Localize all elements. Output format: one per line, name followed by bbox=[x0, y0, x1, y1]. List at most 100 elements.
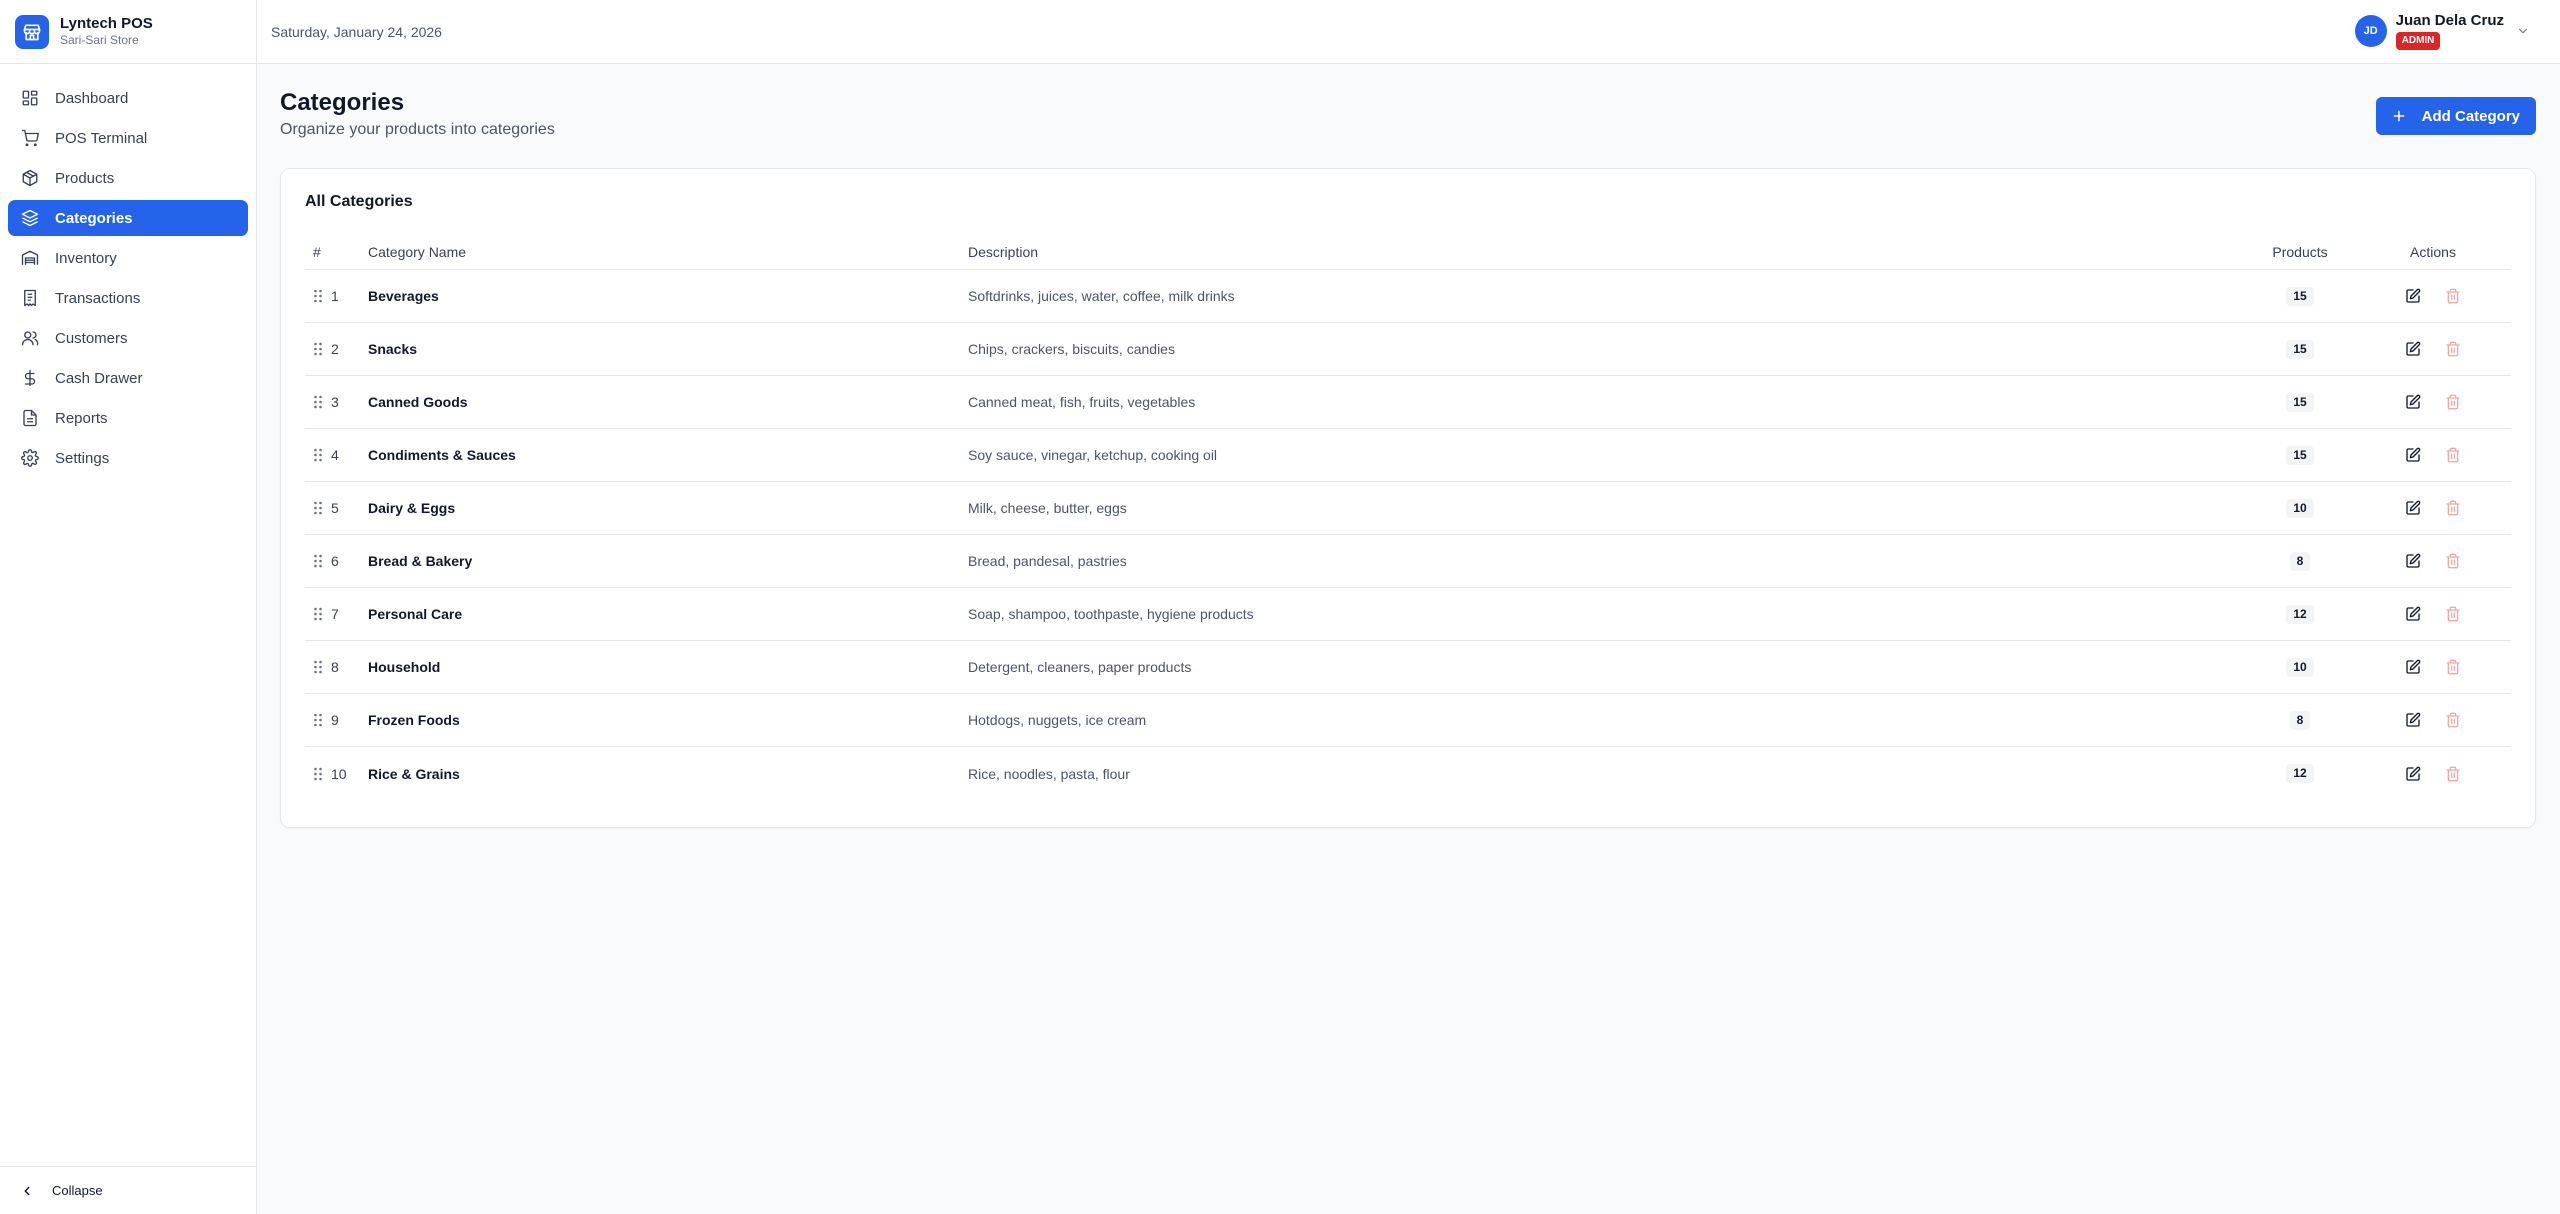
table-row: 1 Beverages Softdrinks, juices, water, c… bbox=[305, 270, 2511, 323]
sidebar-item-products[interactable]: Products bbox=[8, 160, 248, 196]
sidebar-item-dashboard[interactable]: Dashboard bbox=[8, 80, 248, 116]
product-count-badge: 15 bbox=[2286, 286, 2314, 306]
sidebar-item-settings[interactable]: Settings bbox=[8, 440, 248, 476]
drag-handle-icon[interactable] bbox=[313, 342, 323, 356]
categories-table: # Category Name Description Products Act… bbox=[305, 234, 2511, 800]
category-description: Soap, shampoo, toothpaste, hygiene produ… bbox=[968, 606, 1254, 622]
brand-name: Lyntech POS bbox=[60, 15, 153, 32]
brand: Lyntech POS Sari-Sari Store bbox=[0, 0, 256, 64]
row-number: 1 bbox=[331, 288, 339, 304]
row-number: 5 bbox=[331, 500, 339, 516]
product-count-badge: 10 bbox=[2286, 498, 2314, 518]
row-number: 9 bbox=[331, 712, 339, 728]
edit-icon[interactable] bbox=[2405, 553, 2421, 569]
drag-handle-icon[interactable] bbox=[313, 767, 323, 781]
row-number: 6 bbox=[331, 553, 339, 569]
trash-icon[interactable] bbox=[2445, 712, 2461, 728]
category-description: Detergent, cleaners, paper products bbox=[968, 659, 1192, 675]
product-count-badge: 8 bbox=[2289, 710, 2311, 730]
category-name: Rice & Grains bbox=[368, 765, 460, 782]
category-description: Chips, crackers, biscuits, candies bbox=[968, 341, 1175, 357]
edit-icon[interactable] bbox=[2405, 288, 2421, 304]
cart-icon bbox=[20, 128, 40, 148]
edit-icon[interactable] bbox=[2405, 712, 2421, 728]
row-number: 7 bbox=[331, 606, 339, 622]
add-category-label: Add Category bbox=[2421, 107, 2520, 125]
table-body: 1 Beverages Softdrinks, juices, water, c… bbox=[305, 270, 2511, 800]
sidebar-item-inventory[interactable]: Inventory bbox=[8, 240, 248, 276]
col-header-products: Products bbox=[2272, 243, 2328, 260]
product-count-badge: 15 bbox=[2286, 445, 2314, 465]
edit-icon[interactable] bbox=[2405, 394, 2421, 410]
edit-icon[interactable] bbox=[2405, 341, 2421, 357]
trash-icon[interactable] bbox=[2445, 288, 2461, 304]
product-count-badge: 12 bbox=[2286, 764, 2314, 783]
drag-handle-icon[interactable] bbox=[313, 660, 323, 674]
add-category-button[interactable]: Add Category bbox=[2375, 97, 2536, 135]
trash-icon[interactable] bbox=[2445, 766, 2461, 782]
main-content: Categories Organize your products into c… bbox=[257, 65, 2560, 1214]
sidebar-item-cash-drawer[interactable]: Cash Drawer bbox=[8, 360, 248, 396]
sidebar-item-label: Dashboard bbox=[55, 89, 129, 107]
trash-icon[interactable] bbox=[2445, 500, 2461, 516]
category-description: Bread, pandesal, pastries bbox=[968, 553, 1127, 569]
drag-handle-icon[interactable] bbox=[313, 607, 323, 621]
sidebar-item-reports[interactable]: Reports bbox=[8, 400, 248, 436]
sidebar-item-label: Cash Drawer bbox=[55, 369, 143, 387]
row-number: 2 bbox=[331, 341, 339, 357]
drag-handle-icon[interactable] bbox=[313, 395, 323, 409]
trash-icon[interactable] bbox=[2445, 341, 2461, 357]
col-header-actions: Actions bbox=[2410, 243, 2456, 260]
current-date: Saturday, January 24, 2026 bbox=[271, 23, 442, 40]
drag-handle-icon[interactable] bbox=[313, 501, 323, 515]
drag-handle-icon[interactable] bbox=[313, 554, 323, 568]
sidebar-item-label: Categories bbox=[55, 209, 133, 227]
user-menu[interactable]: JD Juan Dela Cruz ADMIN bbox=[2354, 12, 2530, 50]
collapse-button[interactable]: Collapse bbox=[0, 1166, 256, 1214]
category-description: Hotdogs, nuggets, ice cream bbox=[968, 712, 1147, 728]
category-name: Snacks bbox=[368, 341, 418, 357]
sidebar-item-pos-terminal[interactable]: POS Terminal bbox=[8, 120, 248, 156]
drag-handle-icon[interactable] bbox=[313, 713, 323, 727]
plus-icon bbox=[2392, 109, 2406, 123]
table-row: 2 Snacks Chips, crackers, biscuits, cand… bbox=[305, 323, 2511, 376]
sidebar-item-label: POS Terminal bbox=[55, 129, 148, 147]
drag-handle-icon[interactable] bbox=[313, 289, 323, 303]
edit-icon[interactable] bbox=[2405, 500, 2421, 516]
sidebar-item-label: Reports bbox=[55, 409, 108, 427]
edit-icon[interactable] bbox=[2405, 447, 2421, 463]
categories-card: All Categories # Category Name Descripti… bbox=[280, 168, 2536, 828]
edit-icon[interactable] bbox=[2405, 606, 2421, 622]
sidebar-item-categories[interactable]: Categories bbox=[8, 200, 248, 236]
sidebar-item-transactions[interactable]: Transactions bbox=[8, 280, 248, 316]
trash-icon[interactable] bbox=[2445, 606, 2461, 622]
trash-icon[interactable] bbox=[2445, 553, 2461, 569]
avatar: JD bbox=[2354, 15, 2387, 47]
category-name: Personal Care bbox=[368, 606, 463, 622]
trash-icon[interactable] bbox=[2445, 659, 2461, 675]
category-name: Frozen Foods bbox=[368, 712, 460, 728]
users-icon bbox=[20, 328, 40, 348]
trash-icon[interactable] bbox=[2445, 447, 2461, 463]
sidebar-item-customers[interactable]: Customers bbox=[8, 320, 248, 356]
product-count-badge: 12 bbox=[2286, 604, 2314, 624]
page-subtitle: Organize your products into categories bbox=[280, 121, 555, 138]
edit-icon[interactable] bbox=[2405, 766, 2421, 782]
sidebar-item-label: Settings bbox=[55, 449, 110, 467]
topbar: Saturday, January 24, 2026 JD Juan Dela … bbox=[257, 0, 2560, 64]
edit-icon[interactable] bbox=[2405, 659, 2421, 675]
row-number: 3 bbox=[331, 394, 339, 410]
trash-icon[interactable] bbox=[2445, 394, 2461, 410]
layers-icon bbox=[20, 208, 40, 228]
table-header: # Category Name Description Products Act… bbox=[305, 234, 2511, 270]
row-number: 8 bbox=[331, 659, 339, 675]
table-row: 4 Condiments & Sauces Soy sauce, vinegar… bbox=[305, 429, 2511, 482]
package-icon bbox=[20, 168, 40, 188]
store-icon bbox=[15, 14, 49, 49]
user-name: Juan Dela Cruz bbox=[2395, 12, 2504, 29]
table-row: 3 Canned Goods Canned meat, fish, fruits… bbox=[305, 376, 2511, 429]
chevron-left-icon bbox=[20, 1184, 34, 1198]
drag-handle-icon[interactable] bbox=[313, 448, 323, 462]
product-count-badge: 15 bbox=[2286, 392, 2314, 412]
role-badge: ADMIN bbox=[2395, 32, 2441, 50]
